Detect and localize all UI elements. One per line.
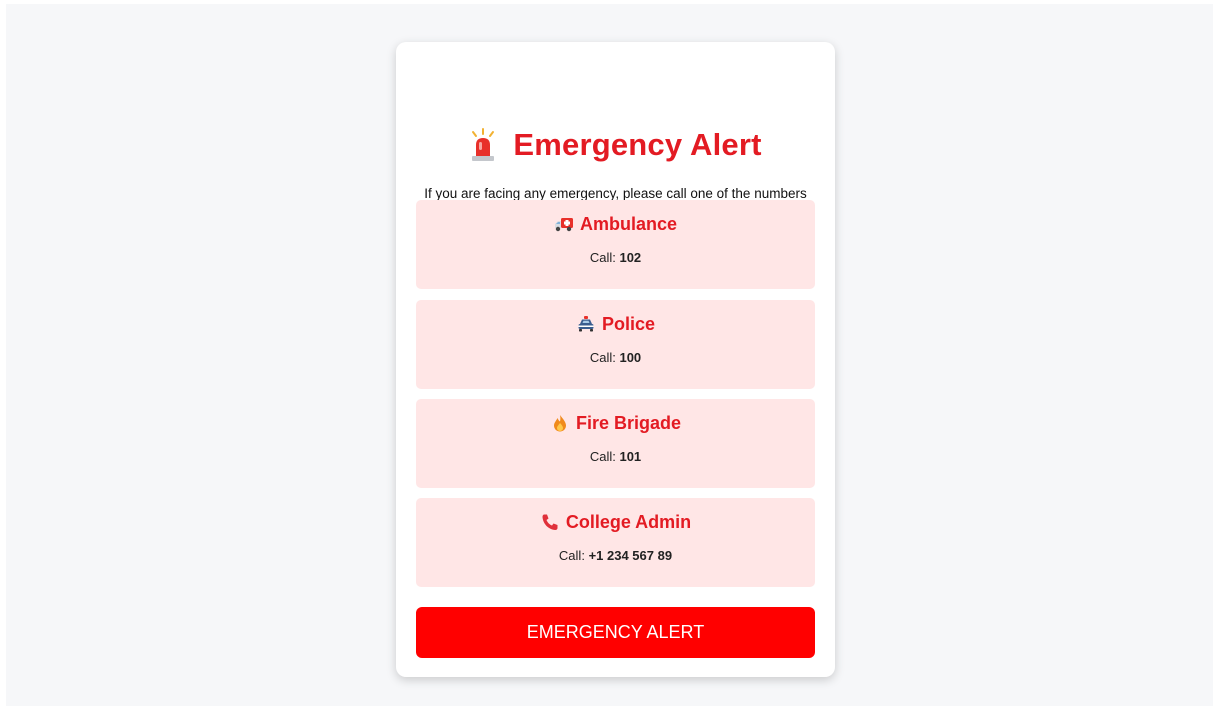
page-title: Emergency Alert xyxy=(513,127,762,162)
emergency-alert-button[interactable]: EMERGENCY ALERT xyxy=(416,607,815,658)
call-label: Call: xyxy=(589,350,616,365)
contact-call-line: Call: 100 xyxy=(416,350,815,365)
contact-call-line: Call: +1 234 567 89 xyxy=(416,548,815,563)
title-row: Emergency Alert xyxy=(396,125,835,165)
call-number[interactable]: +1 234 567 89 xyxy=(589,548,673,563)
call-number[interactable]: 102 xyxy=(619,250,641,265)
page-background: Emergency Alert If you are facing any em… xyxy=(6,4,1213,706)
contact-card-ambulance[interactable]: Ambulance Call: 102 xyxy=(416,200,815,289)
siren-icon xyxy=(472,128,495,161)
contact-heading: Fire Brigade xyxy=(416,411,815,435)
contact-name: Ambulance xyxy=(579,213,678,234)
phone-icon xyxy=(542,514,558,530)
police-car-icon xyxy=(578,316,594,332)
call-number[interactable]: 101 xyxy=(619,449,641,464)
contact-heading: Ambulance xyxy=(416,212,815,236)
contact-name: Police xyxy=(601,313,656,334)
ambulance-icon xyxy=(554,218,573,232)
call-number[interactable]: 100 xyxy=(619,350,641,365)
contact-name: Fire Brigade xyxy=(575,412,682,433)
contact-call-line: Call: 102 xyxy=(416,250,815,265)
contact-card-college-admin[interactable]: College Admin Call: +1 234 567 89 xyxy=(416,498,815,587)
contact-heading: College Admin xyxy=(416,510,815,534)
contact-card-fire-brigade[interactable]: Fire Brigade Call: 101 xyxy=(416,399,815,488)
fire-icon xyxy=(553,415,566,432)
call-label: Call: xyxy=(589,250,616,265)
call-label: Call: xyxy=(558,548,585,563)
call-label: Call: xyxy=(589,449,616,464)
contact-call-line: Call: 101 xyxy=(416,449,815,464)
contact-heading: Police xyxy=(416,312,815,336)
contact-name: College Admin xyxy=(565,511,692,532)
contact-card-police[interactable]: Police Call: 100 xyxy=(416,300,815,389)
emergency-card: Emergency Alert If you are facing any em… xyxy=(396,42,835,677)
